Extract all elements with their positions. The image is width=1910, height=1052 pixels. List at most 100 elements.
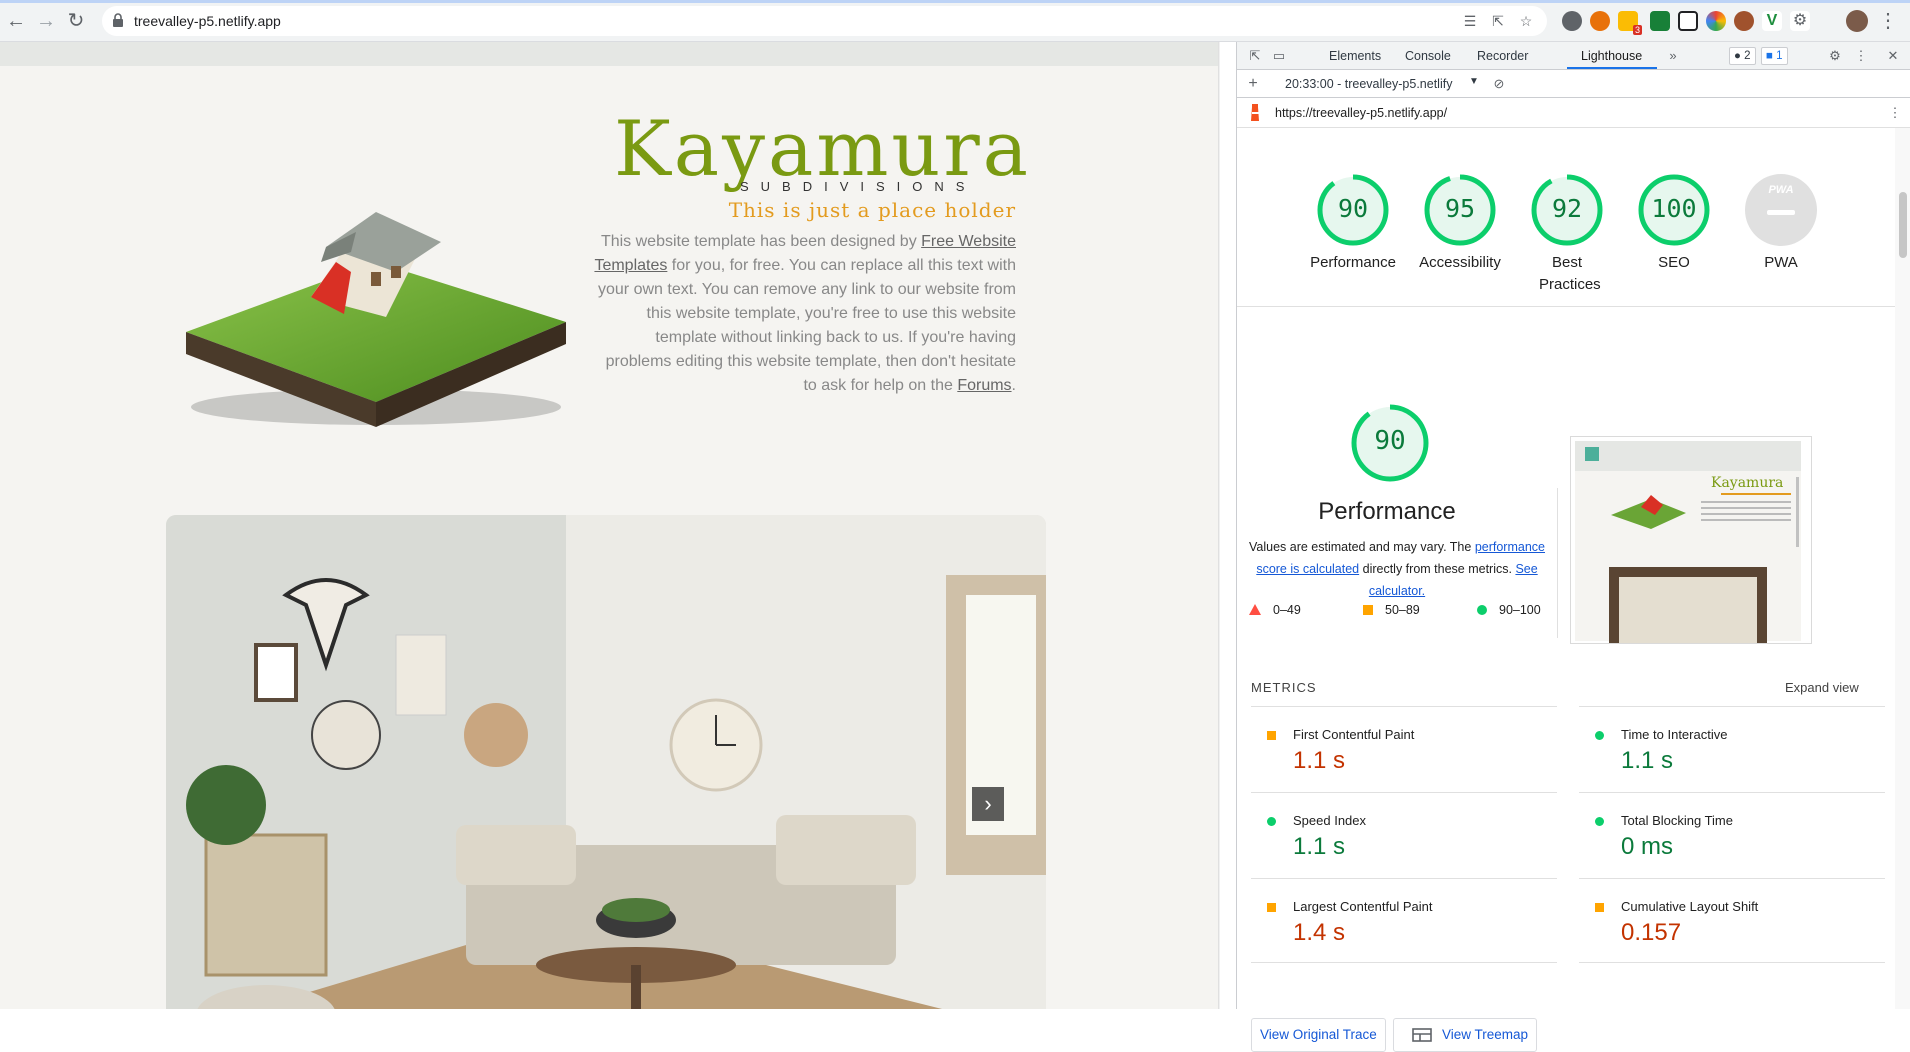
reload-icon[interactable]: ↻ [64,9,88,33]
desc-text-1: This website template has been designed … [600,233,922,250]
divider [1579,962,1885,963]
lighthouse-logo-icon [1251,104,1259,121]
lighthouse-url-bar: https://treevalley-p5.netlify.app/ ⋮ [1237,98,1910,128]
house-on-grass-image [186,212,566,427]
average-square-icon [1267,903,1276,912]
report-scrollbar[interactable] [1895,128,1910,1009]
metric-tbt-name: Total Blocking Time [1621,813,1733,828]
report-scrollbar-thumb[interactable] [1899,192,1907,258]
metric-tbt-value: 0 ms [1621,833,1674,860]
back-icon[interactable]: ← [4,9,28,33]
devtools-tabbar: ⇱ ▭ Elements Console Recorder Lighthouse… [1237,42,1910,70]
errors-badge[interactable]: ● 2 [1729,47,1756,65]
firefox-like-extension-icon[interactable] [1590,11,1610,31]
performance-heading: Performance [1318,498,1456,525]
loading-bar [0,0,1910,3]
living-room-slider: › [166,515,1046,1009]
devtools-panel: ⇱ ▭ Elements Console Recorder Lighthouse… [1236,42,1910,1052]
gauge-accessibility-label: Accessibility [1419,254,1501,271]
metric-si-value: 1.1 s [1293,833,1346,860]
color-extension-icon[interactable] [1706,11,1726,31]
metrics-heading: METRICS [1251,680,1317,695]
report-url[interactable]: https://treevalley-p5.netlify.app/ [1275,106,1447,120]
pwa-logo-text: PWA [1768,184,1794,196]
brand-subtitle: SUBDIVISIONS [740,179,977,194]
website-viewport: Kayamura SUBDIVISIONS This is just a pla… [0,42,1220,1009]
perf-large-value: 90 [1374,426,1406,456]
metric-fcp-name: First Contentful Paint [1293,727,1415,742]
metric-cls-name: Cumulative Layout Shift [1621,899,1759,914]
report-dropdown-icon[interactable]: ▼ [1469,76,1479,87]
address-bar[interactable]: treevalley-p5.netlify.app ☰ ⇱ ☆ [102,6,1547,36]
metric-lcp-value: 1.4 s [1293,919,1346,946]
fail-triangle-icon [1249,604,1261,615]
tab-elements[interactable]: Elements [1329,49,1381,63]
vertical-divider [1557,488,1558,638]
gauge-performance-label: Performance [1310,254,1396,271]
slider-next-button[interactable]: › [972,787,1004,821]
lighthouse-report: 90 Performance 95 Accessibility 92 Best … [1237,128,1910,1052]
device-toolbar-icon[interactable]: ▭ [1271,48,1287,64]
gauge-seo-value: 100 [1651,194,1697,223]
report-selector[interactable]: 20:33:00 - treevalley-p5.netlify [1285,77,1452,91]
metric-cls-value: 0.157 [1621,919,1682,946]
tab-recorder[interactable]: Recorder [1477,49,1528,63]
browser-toolbar: ← → ↻ treevalley-p5.netlify.app ☰ ⇱ ☆ 3 … [0,0,1910,42]
treemap-icon [1412,1028,1432,1042]
brand-tagline: This is just a place holder [728,198,1016,222]
pass-circle-icon [1477,605,1487,615]
settings-extension-icon[interactable] [1562,11,1582,31]
average-square-icon [1363,605,1373,615]
tab-lighthouse[interactable]: Lighthouse [1581,49,1642,63]
metric-tti: Time to Interactive 1.1 s [1579,706,1885,790]
cookie-extension-icon[interactable] [1734,11,1754,31]
lighthouse-extension-icon[interactable]: 3 [1618,11,1642,35]
metric-si-name: Speed Index [1293,813,1367,828]
close-devtools-icon[interactable]: ✕ [1885,48,1901,64]
clear-reports-icon[interactable]: ⊘ [1491,76,1507,92]
forward-icon[interactable]: → [34,9,58,33]
gauge-seo-label: SEO [1658,254,1690,271]
devtools-menu-icon[interactable]: ⋮ [1853,48,1869,64]
grid-extension-icon[interactable] [1678,11,1698,31]
svg-text:Kayamura: Kayamura [1711,475,1783,491]
more-tabs-icon[interactable]: » [1665,48,1681,64]
vue-extension-icon[interactable]: V [1762,11,1782,31]
gauge-best-practices-label: Best Practices [1539,254,1601,293]
metric-tti-value: 1.1 s [1621,747,1674,774]
site-scrollbar[interactable] [1218,42,1220,1009]
divider [1251,962,1557,963]
messages-count: 1 [1776,50,1783,62]
tab-console[interactable]: Console [1405,49,1451,63]
url-text[interactable]: treevalley-p5.netlify.app [134,13,281,29]
profile-avatar[interactable] [1846,10,1868,32]
bookmark-star-icon[interactable]: ☆ [1518,13,1534,29]
settings-gear-icon[interactable]: ⚙ [1827,48,1843,64]
forums-link[interactable]: Forums [957,377,1011,394]
final-screenshot-thumbnail[interactable]: Kayamura [1570,436,1812,644]
report-menu-icon[interactable]: ⋮ [1887,105,1903,121]
expand-view-toggle[interactable]: Expand view [1785,680,1859,695]
view-original-trace-button[interactable]: View Original Trace [1251,1018,1386,1052]
note-text-2: directly from these metrics. [1359,562,1516,576]
view-treemap-button[interactable]: View Treemap [1393,1018,1538,1052]
extension-badge: 3 [1632,25,1642,35]
note-text-1: Values are estimated and may vary. The [1249,540,1475,554]
inspect-element-icon[interactable]: ⇱ [1247,48,1263,64]
share-icon[interactable]: ⇱ [1490,13,1506,29]
lock-icon[interactable] [112,13,124,27]
metric-speed-index: Speed Index 1.1 s [1251,792,1557,876]
metric-fcp: First Contentful Paint 1.1 s [1251,706,1557,790]
translate-icon[interactable]: ☰ [1462,13,1478,29]
legend-fail: 0–49 [1273,603,1301,617]
average-square-icon [1267,731,1276,740]
gauge-accessibility-value: 95 [1444,194,1476,223]
desc-text-2: for you, for free. You can replace all t… [598,257,1016,394]
chrome-menu-icon[interactable]: ⋮ [1876,9,1900,33]
puzzle-extensions-icon[interactable]: ⚙ [1790,11,1810,31]
messages-badge[interactable]: ■ 1 [1761,47,1788,65]
view-treemap-label: View Treemap [1442,1027,1529,1042]
green-extension-icon[interactable] [1650,11,1670,31]
new-report-icon[interactable]: + [1245,76,1261,92]
gauge-pwa-label: PWA [1764,254,1798,271]
